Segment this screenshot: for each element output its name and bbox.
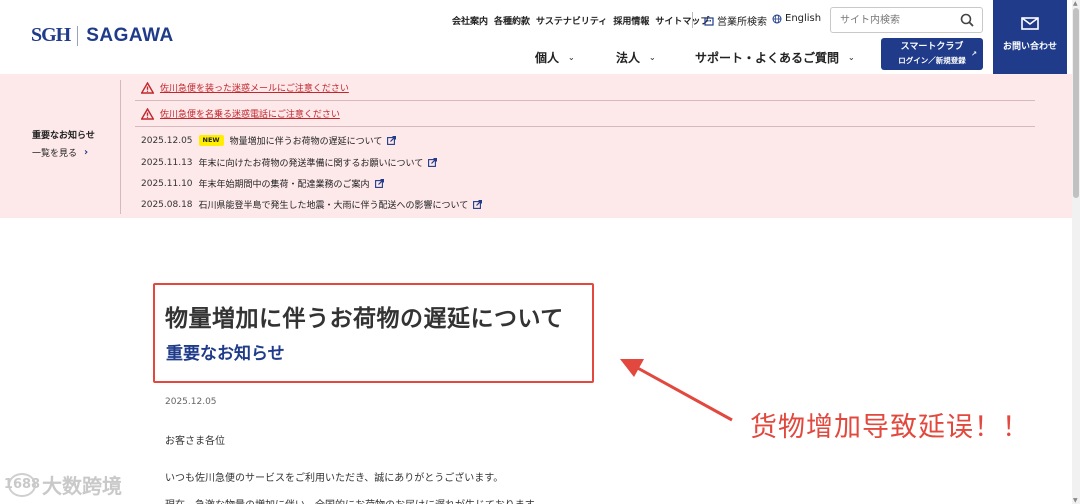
smart-club-title: スマートクラブ [900, 42, 964, 52]
article-title: 物量増加に伴うお荷物の遅延について [165, 306, 564, 332]
external-link-icon: ↗ [971, 50, 977, 58]
news-date: 2025.11.10 [141, 178, 193, 189]
smart-club-sub: ログイン／新規登録 [898, 56, 966, 65]
nav-support-label: サポート・よくあるご質問 [695, 51, 840, 65]
article-date: 2025.12.05 [165, 397, 217, 407]
article-greeting: お客さま各位 [165, 436, 225, 447]
util-link-company[interactable]: 会社案内 [452, 14, 488, 27]
news-title: 年末に向けたお荷物の発送準備に関するお願いについて [198, 159, 424, 169]
utility-links: 会社案内 各種約款 サステナビリティ 採用情報 サイトマップ [452, 14, 715, 27]
watermark: 1688 大数跨境 [4, 470, 122, 499]
nav-personal[interactable]: 個人 ⌄ [535, 49, 575, 66]
news-item[interactable]: 2025.11.13 年末に向けたお荷物の発送準備に関するお願いについて [141, 156, 438, 169]
util-link-sustainability[interactable]: サステナビリティ [536, 14, 607, 27]
site-search-box [830, 7, 983, 33]
warning-text: 佐川急便を装った迷惑メールにご注意ください [160, 84, 349, 94]
annotation-arrow-icon [620, 359, 733, 422]
logo-text: SAGAWA [86, 24, 174, 46]
news-item[interactable]: 2025.12.05 NEW 物量増加に伴うお荷物の遅延について [141, 134, 397, 147]
globe-icon [772, 14, 782, 23]
external-link-icon [428, 158, 438, 167]
mail-icon [1021, 17, 1039, 30]
sagawa-logo[interactable]: SGH SAGAWA [31, 24, 174, 47]
nav-corporate-label: 法人 [616, 51, 641, 65]
office-icon [704, 16, 714, 26]
warning-item[interactable]: 佐川急便を装った迷惑メールにご注意ください [141, 81, 349, 94]
external-link-icon [374, 179, 384, 188]
news-date: 2025.11.13 [141, 157, 193, 168]
nav-corporate[interactable]: 法人 ⌄ [616, 49, 656, 66]
scroll-up-icon[interactable]: ▲ [1073, 0, 1078, 7]
annotation-text: 货物增加导致延误！！ [750, 412, 1030, 443]
nav-personal-label: 個人 [535, 51, 560, 65]
search-icon[interactable] [960, 13, 974, 27]
highlight-box [153, 283, 594, 383]
notice-heading: 重要なお知らせ [32, 131, 95, 141]
page-scrollbar[interactable]: ▲ ▼ [1072, 0, 1080, 504]
notice-divider-line [135, 126, 1035, 127]
warning-text: 佐川急便を名乗る迷惑電話にご注意ください [160, 110, 340, 120]
article-category: 重要なお知らせ [166, 344, 285, 364]
office-search-link[interactable]: 営業所検索 [704, 13, 767, 28]
logo-divider [77, 25, 79, 46]
site-search-input[interactable] [840, 8, 960, 33]
scroll-down-icon[interactable]: ▼ [1073, 497, 1078, 504]
notice-heading-block: 重要なお知らせ 一覧を見る › [32, 128, 95, 159]
news-date: 2025.08.18 [141, 199, 193, 210]
new-badge: NEW [198, 135, 224, 146]
sgh-logo-mark: SGH [31, 24, 71, 46]
warning-item[interactable]: 佐川急便を名乗る迷惑電話にご注意ください [141, 107, 340, 120]
contact-label: お問い合わせ [1002, 42, 1057, 52]
important-notices: 重要なお知らせ 一覧を見る › 佐川急便を装った迷惑メールにご注意ください 佐川… [0, 74, 1072, 218]
contact-button[interactable]: お問い合わせ [993, 0, 1067, 74]
news-title: 物量増加に伴うお荷物の遅延について [229, 137, 383, 147]
notice-divider-line [135, 100, 1035, 101]
watermark-text: 大数跨境 [42, 474, 122, 498]
chevron-right-icon: › [84, 147, 89, 158]
util-link-terms[interactable]: 各種約款 [494, 14, 530, 27]
english-link[interactable]: English [772, 13, 821, 24]
news-item[interactable]: 2025.11.10 年末年始期間中の集荷・配達業務のご案内 [141, 177, 384, 190]
external-link-icon [473, 200, 483, 209]
warning-icon [141, 107, 154, 120]
article-paragraph: いつも佐川急便のサービスをご利用いただき、誠にありがとうございます。 [165, 473, 504, 484]
util-link-recruit[interactable]: 採用情報 [613, 14, 649, 27]
util-divider [692, 12, 693, 28]
chevron-down-icon: ⌄ [649, 53, 656, 62]
news-date: 2025.12.05 [141, 135, 193, 146]
watermark-logo: 1688 [4, 472, 40, 497]
news-item[interactable]: 2025.08.18 石川県能登半島で発生した地震・大雨に伴う配送への影響につい… [141, 198, 483, 211]
util-link-sitemap[interactable]: サイトマップ [655, 14, 709, 27]
news-title: 石川県能登半島で発生した地震・大雨に伴う配送への影響について [198, 201, 469, 211]
external-link-icon [387, 136, 397, 145]
office-search-label: 営業所検索 [717, 17, 767, 28]
nav-support[interactable]: サポート・よくあるご質問 ⌄ [695, 49, 855, 66]
notice-more-label: 一覧を見る [32, 149, 78, 159]
scroll-thumb[interactable] [1073, 8, 1079, 198]
smart-club-button[interactable]: スマートクラブ ログイン／新規登録 ↗ [881, 38, 983, 70]
article-paragraph: 現在、急激な物量の増加に伴い、全国的にお荷物のお届けに遅れが生じております。 [165, 496, 544, 504]
site-header: SGH SAGAWA 会社案内 各種約款 サステナビリティ 採用情報 サイトマッ… [0, 0, 1080, 74]
notice-more-link[interactable]: 一覧を見る › [32, 146, 95, 159]
notice-divider [120, 80, 121, 214]
english-label: English [785, 13, 822, 24]
chevron-down-icon: ⌄ [848, 53, 855, 62]
news-title: 年末年始期間中の集荷・配達業務のご案内 [198, 180, 370, 190]
chevron-down-icon: ⌄ [568, 53, 575, 62]
warning-icon [141, 81, 154, 94]
